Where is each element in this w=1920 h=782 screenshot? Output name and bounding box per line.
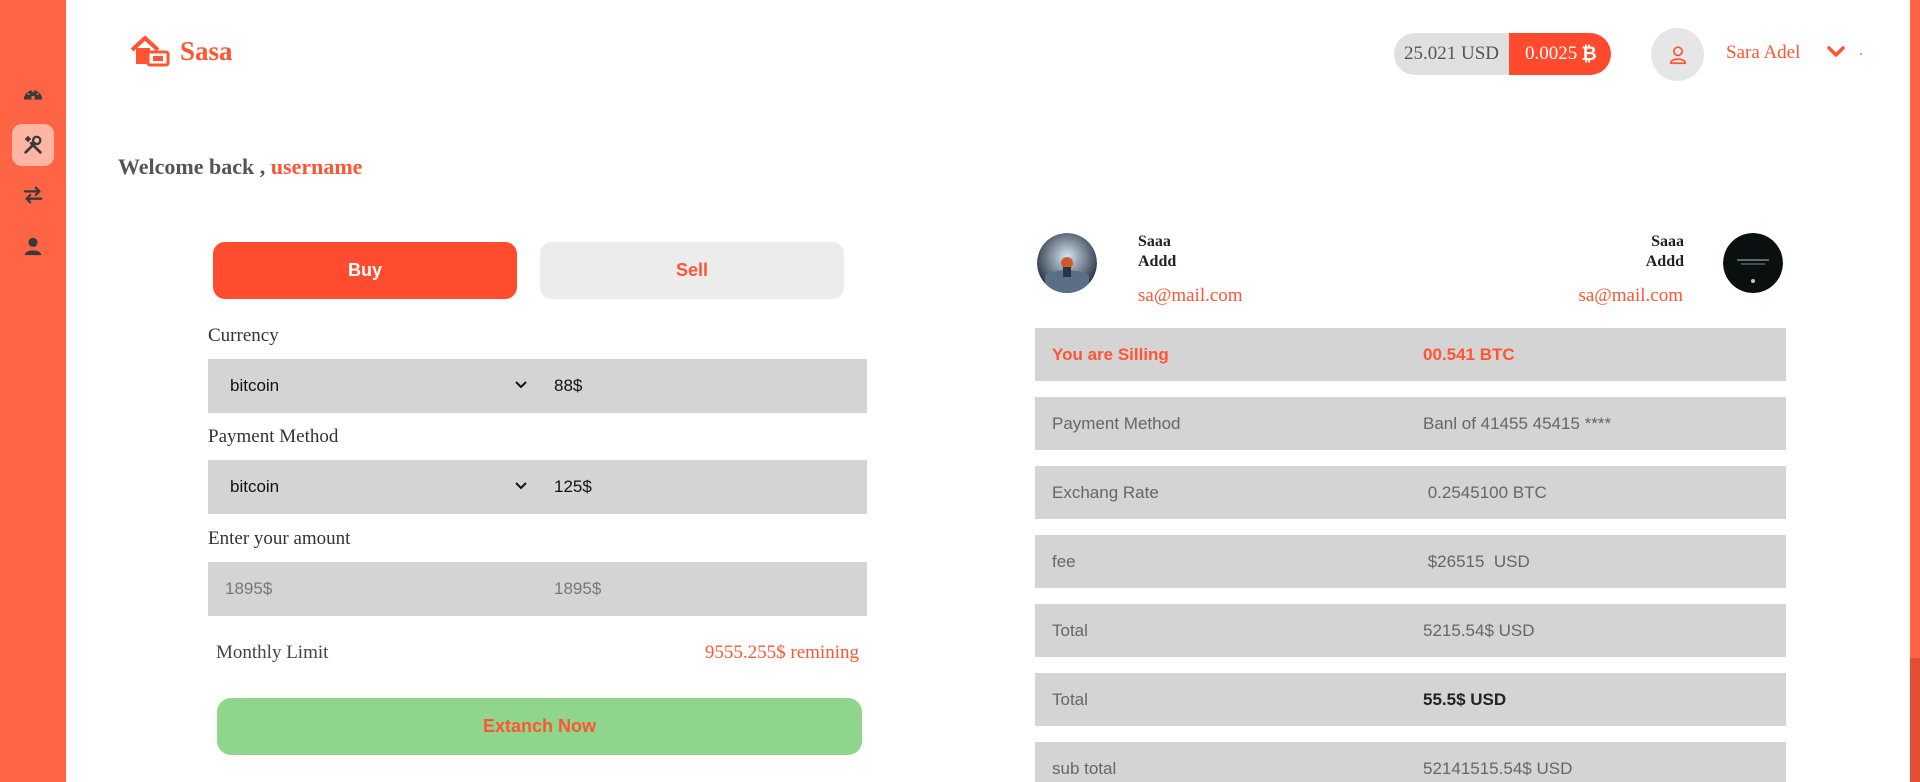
receiver-name-line2: Addd — [1645, 253, 1684, 270]
summary-label: Total — [1052, 620, 1088, 640]
summary-label: Total — [1052, 689, 1088, 709]
tools-icon — [24, 135, 42, 154]
chevron-down-icon[interactable] — [1826, 44, 1846, 60]
scrollbar-thumb[interactable] — [1910, 658, 1920, 782]
balance-btc-value: 0.0025 — [1525, 43, 1578, 64]
balance-btc: 0.0025 ₿ — [1509, 33, 1611, 75]
summary-value: 00.541 BTC — [1423, 344, 1515, 364]
monthly-limit-value: 9555.255$ remining — [704, 642, 859, 663]
summary-label: Exchang Rate — [1052, 482, 1159, 502]
sender-name-line1: Saaa — [1138, 233, 1171, 250]
chevron-down-icon — [515, 381, 527, 389]
exchange-now-button[interactable]: Extanch Now — [217, 698, 862, 755]
brand-name: Sasa — [180, 35, 233, 66]
currency-field: bitcoin 88$ — [208, 359, 867, 413]
receiver-avatar — [1723, 233, 1783, 293]
buy-tab-button[interactable]: Buy — [213, 242, 517, 299]
receiver-avatar-image — [1723, 233, 1783, 293]
chevron-down-icon — [515, 482, 527, 490]
summary-label: sub total — [1052, 758, 1117, 778]
receiver-name-line1: Saaa — [1651, 233, 1684, 250]
header-dot — [1860, 53, 1862, 55]
sidebar — [0, 0, 66, 782]
currency-label: Currency — [208, 325, 279, 346]
sell-tab-button[interactable]: Sell — [540, 242, 844, 299]
summary-label: fee — [1052, 551, 1076, 571]
amount-converted-input[interactable] — [538, 562, 867, 616]
receiver-name: Saaa Addd — [1640, 232, 1684, 272]
welcome-username: username — [270, 154, 363, 179]
summary-value: 0.2545100 BTC — [1423, 482, 1547, 502]
exchange-arrows-icon — [23, 186, 43, 204]
sender-avatar-image — [1037, 233, 1097, 293]
sender-name: Saaa Addd — [1138, 232, 1176, 272]
balance-pill: 25.021 USD 0.0025 ₿ — [1394, 33, 1611, 75]
summary-row-total: Total 5215.54$ USD — [1035, 604, 1786, 657]
summary-row-fee: fee $26515 USD — [1035, 535, 1786, 588]
user-outline-icon — [1669, 45, 1686, 64]
summary-value: 55.5$ USD — [1423, 689, 1507, 709]
summary-value: $26515 USD — [1423, 551, 1530, 571]
dashboard-icon — [23, 90, 43, 100]
payment-method-label: Payment Method — [208, 426, 339, 447]
sidebar-item-dashboard[interactable] — [12, 73, 54, 115]
summary-label: You are Silling — [1052, 344, 1169, 364]
monthly-limit-label: Monthly Limit — [216, 642, 329, 663]
payment-method-amount: 125$ — [554, 477, 592, 496]
amount-field — [208, 562, 867, 616]
payment-method-field: bitcoin 125$ — [208, 460, 867, 514]
welcome-heading: Welcome back , username — [118, 154, 362, 180]
user-icon — [24, 237, 42, 256]
sidebar-item-profile[interactable] — [12, 225, 54, 267]
welcome-prefix: Welcome back , — [118, 154, 266, 179]
sidebar-item-exchange[interactable] — [12, 174, 54, 216]
summary-value: 52141515.54$ USD — [1423, 758, 1573, 778]
summary-row-subtotal: sub total 52141515.54$ USD — [1035, 742, 1786, 782]
amount-label: Enter your amount — [208, 528, 351, 549]
sidebar-item-tools[interactable] — [12, 124, 54, 166]
brand-logo[interactable]: Sasa — [130, 34, 233, 68]
home-exchange-icon — [130, 36, 170, 67]
summary-row-selling: You are Silling 00.541 BTC — [1035, 328, 1786, 381]
summary-label: Payment Method — [1052, 413, 1181, 433]
summary-value: 5215.54$ USD — [1423, 620, 1535, 640]
amount-input[interactable] — [208, 562, 538, 616]
summary-row-exchange-rate: Exchang Rate 0.2545100 BTC — [1035, 466, 1786, 519]
payment-method-select[interactable]: bitcoin — [208, 460, 538, 514]
summary-row-total-bold: Total 55.5$ USD — [1035, 673, 1786, 726]
bitcoin-icon: ₿ — [1581, 42, 1597, 65]
user-avatar[interactable] — [1651, 28, 1704, 81]
currency-amount: 88$ — [554, 376, 583, 395]
balance-usd: 25.021 USD — [1394, 33, 1510, 75]
payment-method-select-value: bitcoin — [230, 477, 280, 496]
summary-row-payment-method: Payment Method Banl of 41455 45415 **** — [1035, 397, 1786, 450]
summary-value: Banl of 41455 45415 **** — [1423, 413, 1612, 433]
currency-select-value: bitcoin — [230, 376, 280, 395]
receiver-email[interactable]: sa@mail.com — [1573, 285, 1683, 307]
sender-email[interactable]: sa@mail.com — [1138, 285, 1243, 307]
user-name[interactable]: Sara Adel — [1726, 42, 1800, 64]
sender-avatar — [1037, 233, 1097, 293]
currency-select[interactable]: bitcoin — [208, 359, 538, 413]
sender-name-line2: Addd — [1138, 253, 1177, 270]
